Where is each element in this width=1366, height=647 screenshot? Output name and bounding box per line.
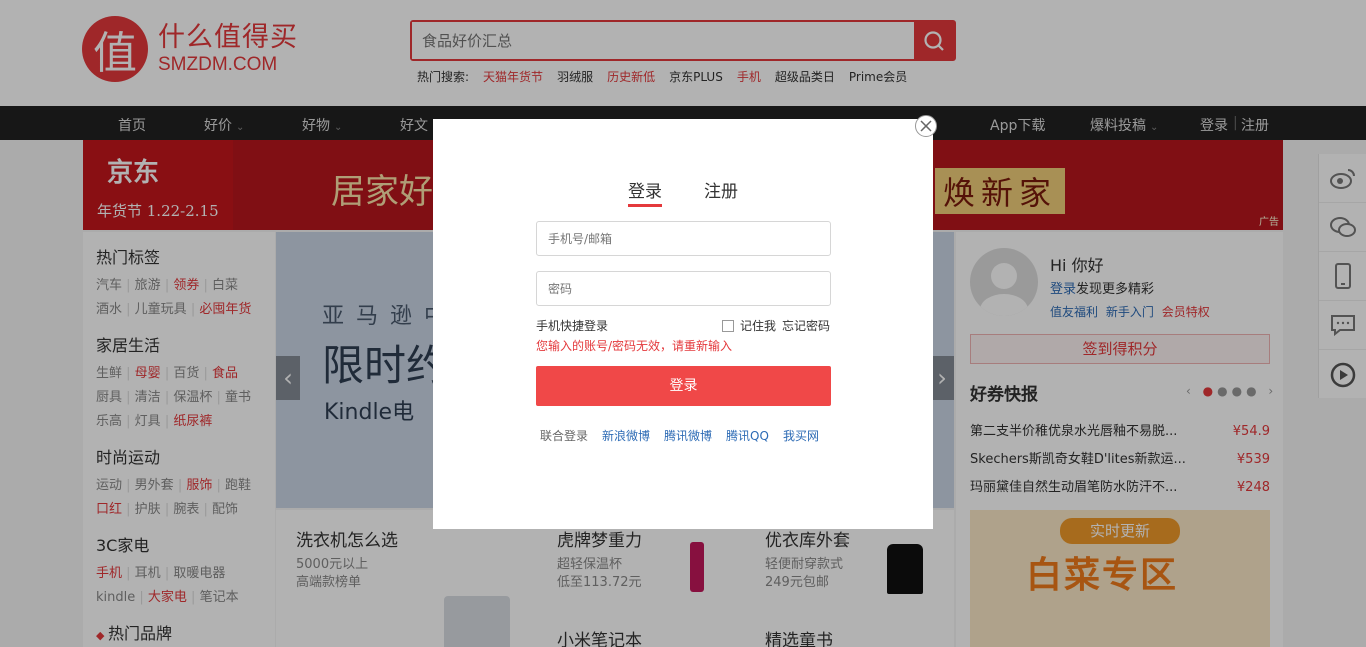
tab-register[interactable]: 注册 (704, 177, 738, 207)
close-button[interactable] (915, 115, 937, 137)
quick-login-link[interactable]: 手机快捷登录 (536, 317, 608, 334)
remember-checkbox[interactable] (722, 319, 734, 332)
login-modal: 登录 注册 手机快捷登录 记住我 忘记密码 您输入的账号/密码无效，请重新输入 … (433, 115, 937, 529)
social-login: 联合登录 新浪微博 腾讯微博 腾讯QQ 我买网 (540, 427, 819, 444)
account-field[interactable] (536, 221, 831, 256)
remember-label[interactable]: 记住我 (740, 317, 776, 334)
auth-tabs: 登录 注册 (433, 177, 933, 207)
password-field[interactable] (536, 271, 831, 306)
error-message: 您输入的账号/密码无效，请重新输入 (536, 339, 733, 353)
remember-group: 记住我 忘记密码 (722, 317, 830, 334)
forgot-password-link[interactable]: 忘记密码 (782, 317, 830, 334)
tencent-qq-link[interactable]: 腾讯QQ (726, 427, 769, 444)
login-submit-button[interactable]: 登录 (536, 366, 831, 406)
womai-link[interactable]: 我买网 (783, 427, 819, 444)
tencent-weibo-link[interactable]: 腾讯微博 (664, 427, 712, 444)
social-login-label: 联合登录 (540, 429, 589, 443)
close-icon (920, 120, 932, 132)
sina-weibo-link[interactable]: 新浪微博 (602, 427, 650, 444)
tab-login[interactable]: 登录 (628, 177, 662, 207)
